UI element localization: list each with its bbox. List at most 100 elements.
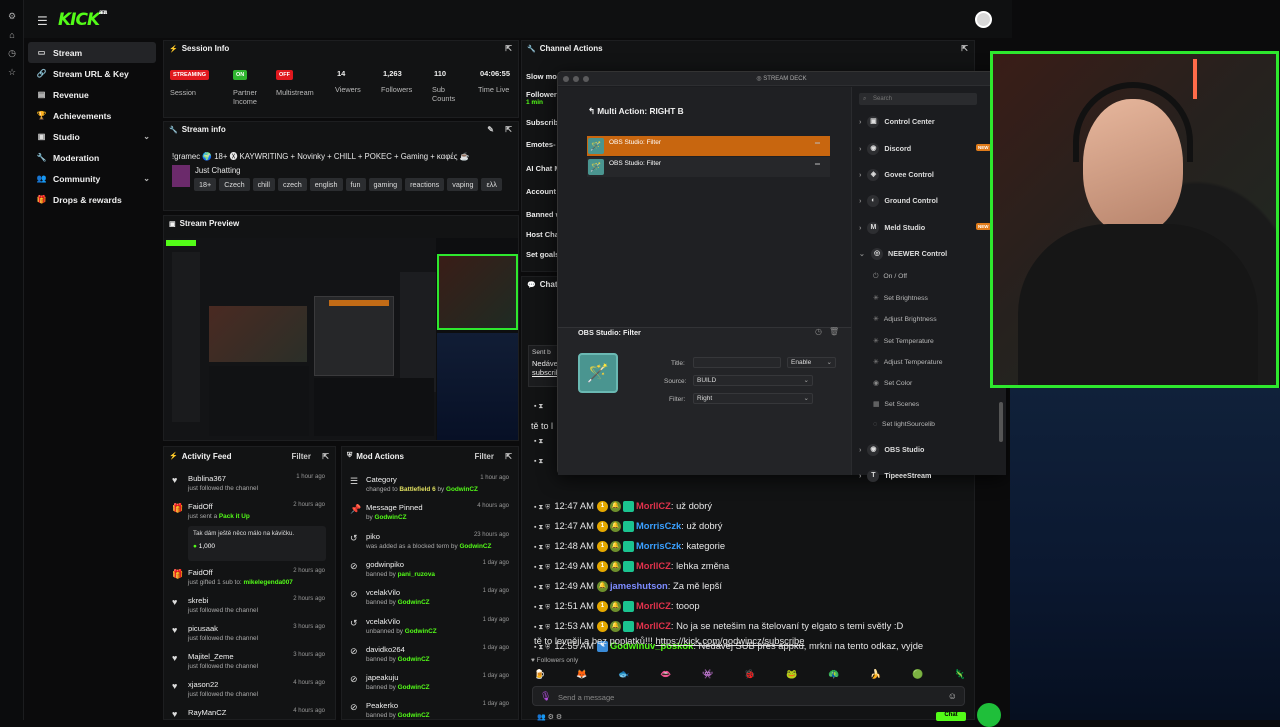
tag[interactable]: vaping bbox=[447, 178, 479, 191]
mod-who[interactable]: GodwinCZ bbox=[398, 684, 430, 691]
emote-icon[interactable]: 🐟 bbox=[618, 669, 629, 680]
activity-user[interactable]: skrebi bbox=[188, 596, 208, 605]
mod-action-name[interactable]: Message Pinned bbox=[366, 503, 423, 512]
star-icon[interactable]: ☆ bbox=[7, 67, 17, 77]
nav-item[interactable]: ▭ Stream bbox=[28, 42, 156, 63]
tag[interactable]: gaming bbox=[368, 178, 403, 191]
trash-icon[interactable]: 🗑 bbox=[829, 327, 839, 336]
mod-who[interactable]: GodwinCZ bbox=[398, 712, 430, 719]
neewer-subaction[interactable]: ⏻ On / Off bbox=[873, 273, 907, 281]
channel-action-row[interactable]: Account bbox=[526, 187, 556, 196]
close-icon[interactable] bbox=[563, 76, 569, 82]
neewer-subaction[interactable]: ✳ Adjust Temperature bbox=[873, 358, 943, 366]
tag[interactable]: Czech bbox=[219, 178, 250, 191]
emote-icon[interactable]: 👄 bbox=[660, 669, 671, 680]
channel-action-row[interactable]: Subscrib bbox=[526, 118, 558, 127]
tag[interactable]: 18+ bbox=[194, 178, 217, 191]
mod-action-name[interactable]: Category bbox=[366, 475, 397, 484]
mod-tools-icon[interactable]: ▪ ⧗ ⛨ bbox=[534, 544, 550, 551]
activity-user[interactable]: picusaak bbox=[188, 624, 218, 633]
mod-who[interactable]: GodwinCZ bbox=[375, 514, 407, 521]
plugin-item[interactable]: › ◉ OBS Studio bbox=[859, 444, 924, 456]
channel-action-row[interactable]: AI Chat M bbox=[526, 164, 561, 173]
title-input[interactable] bbox=[693, 357, 781, 368]
mod-action-name[interactable]: japeakuju bbox=[366, 673, 399, 682]
kick-logo[interactable]: KICKBETA bbox=[58, 10, 107, 30]
emoji-icon[interactable]: ☺ bbox=[948, 691, 957, 701]
emote-icon[interactable]: 🍺 bbox=[534, 669, 545, 680]
mod-action-name[interactable]: godwinpiko bbox=[366, 560, 404, 569]
popout-icon[interactable]: ⇱ bbox=[322, 452, 329, 461]
scrollbar[interactable] bbox=[999, 402, 1003, 442]
help-button[interactable] bbox=[977, 703, 1001, 727]
chat-username[interactable]: jameshutson bbox=[610, 580, 668, 591]
mod-who[interactable]: GodwinCZ bbox=[398, 656, 430, 663]
activity-extra[interactable]: mikelegenda007 bbox=[243, 579, 292, 586]
plugin-item[interactable]: › M Meld Studio NEW bbox=[859, 222, 991, 234]
tag[interactable]: ελλ bbox=[481, 178, 502, 191]
mod-tools-icon[interactable]: ▪ ⧗ ⛨ bbox=[534, 604, 550, 611]
activity-extra[interactable]: Pack it Up bbox=[219, 513, 250, 520]
tag[interactable]: english bbox=[309, 178, 343, 191]
channel-action-row[interactable]: Set goals bbox=[526, 250, 559, 259]
mod-tools-icon[interactable]: ▪ ⧗ ⛨ bbox=[534, 504, 550, 511]
channel-action-row[interactable]: 1 min bbox=[526, 99, 543, 106]
channel-action-row[interactable]: Follower bbox=[526, 90, 557, 99]
history-icon[interactable]: ◷ bbox=[815, 327, 822, 336]
neewer-subaction[interactable]: ✳ Set Brightness bbox=[873, 294, 928, 302]
neewer-subaction[interactable]: ◌ Set lightSourcelib bbox=[873, 421, 935, 428]
microphone-icon[interactable]: 🎙 bbox=[540, 691, 551, 702]
emote-icon[interactable]: 🦚 bbox=[828, 669, 839, 680]
chat-username[interactable]: MorllCZ bbox=[636, 560, 671, 571]
channel-action-row[interactable]: Host Cha bbox=[526, 230, 559, 239]
home-icon[interactable]: ⌂ bbox=[7, 30, 17, 40]
nav-item[interactable]: 🎁 Drops & rewards bbox=[28, 189, 156, 210]
settings-icon[interactable]: ⚙ bbox=[7, 11, 17, 21]
emote-icon[interactable]: 🦊 bbox=[576, 669, 587, 680]
neewer-subaction[interactable]: ✳ Set Temperature bbox=[873, 337, 934, 345]
drag-handle-icon[interactable]: ═ bbox=[815, 140, 820, 147]
filter-button[interactable]: Filter bbox=[291, 452, 311, 461]
subscribe-link[interactable]: https://kick.com/godwincz/subscribe bbox=[655, 635, 804, 646]
back-icon[interactable]: ↰ bbox=[588, 106, 597, 116]
emote-icon[interactable]: 👾 bbox=[702, 669, 713, 680]
mod-extra[interactable]: Battlefield 6 bbox=[399, 486, 435, 493]
neewer-subaction[interactable]: ✳ Adjust Brightness bbox=[873, 315, 937, 323]
chat-username[interactable]: MorllCZ bbox=[636, 500, 671, 511]
source-select[interactable]: BUILD ⌄ bbox=[693, 375, 813, 386]
edit-icon[interactable]: ✎ bbox=[487, 125, 494, 134]
deck-action-item[interactable]: 🪄 OBS Studio: Filter ═ bbox=[587, 136, 830, 156]
plugin-item[interactable]: › ◐ Ground Control bbox=[859, 195, 938, 207]
emote-icon[interactable]: 🐸 bbox=[786, 669, 797, 680]
nav-item[interactable]: 🏆 Achievements bbox=[28, 105, 156, 126]
mod-who[interactable]: GodwinCZ bbox=[398, 599, 430, 606]
plugin-item[interactable]: › ▣ Control Center bbox=[859, 116, 935, 128]
tag[interactable]: chill bbox=[252, 178, 275, 191]
mod-tools-icon[interactable]: ▪ ⧗ ⛨ bbox=[534, 624, 550, 631]
plugin-item[interactable]: ⌄ ◎ NEEWER Control bbox=[859, 248, 947, 260]
mod-action-name[interactable]: piko bbox=[366, 532, 380, 541]
activity-user[interactable]: Bublina367 bbox=[188, 474, 226, 483]
mod-action-name[interactable]: Peakerko bbox=[366, 701, 398, 710]
nav-item[interactable]: 👥 Community ⌄ bbox=[28, 168, 156, 189]
chat-username[interactable]: MorllCZ bbox=[636, 620, 671, 631]
search-input[interactable]: ⌕ Search bbox=[859, 93, 977, 105]
channel-action-row[interactable]: Emotes- bbox=[526, 140, 556, 149]
mod-tools-icon[interactable]: ▪ ⧗ ⛨ bbox=[534, 584, 550, 591]
activity-user[interactable]: RayManCZ bbox=[188, 708, 226, 717]
popout-icon[interactable]: ⇱ bbox=[505, 452, 512, 461]
neewer-subaction[interactable]: ◉ Set Color bbox=[873, 379, 912, 387]
plugin-item[interactable]: › ◈ Govee Control bbox=[859, 169, 934, 181]
tag[interactable]: reactions bbox=[405, 178, 445, 191]
mod-action-name[interactable]: vcelakVilo bbox=[366, 617, 400, 626]
chat-username[interactable]: MorllCZ bbox=[636, 600, 671, 611]
enable-select[interactable]: Enable ⌄ bbox=[787, 357, 836, 368]
tag[interactable]: czech bbox=[277, 178, 307, 191]
nav-item[interactable]: ▣ Studio ⌄ bbox=[28, 126, 156, 147]
mod-tools-icon[interactable]: ▪ ⧗ ⛨ bbox=[534, 524, 550, 531]
chat-input[interactable]: 🎙 Send a message ☺ bbox=[532, 686, 965, 706]
activity-user[interactable]: Majitel_Zeme bbox=[188, 652, 234, 661]
channel-action-row[interactable]: Slow mo bbox=[526, 72, 557, 81]
chat-username[interactable]: MorrisCzk bbox=[636, 540, 681, 551]
activity-user[interactable]: FaidOff bbox=[188, 568, 213, 577]
